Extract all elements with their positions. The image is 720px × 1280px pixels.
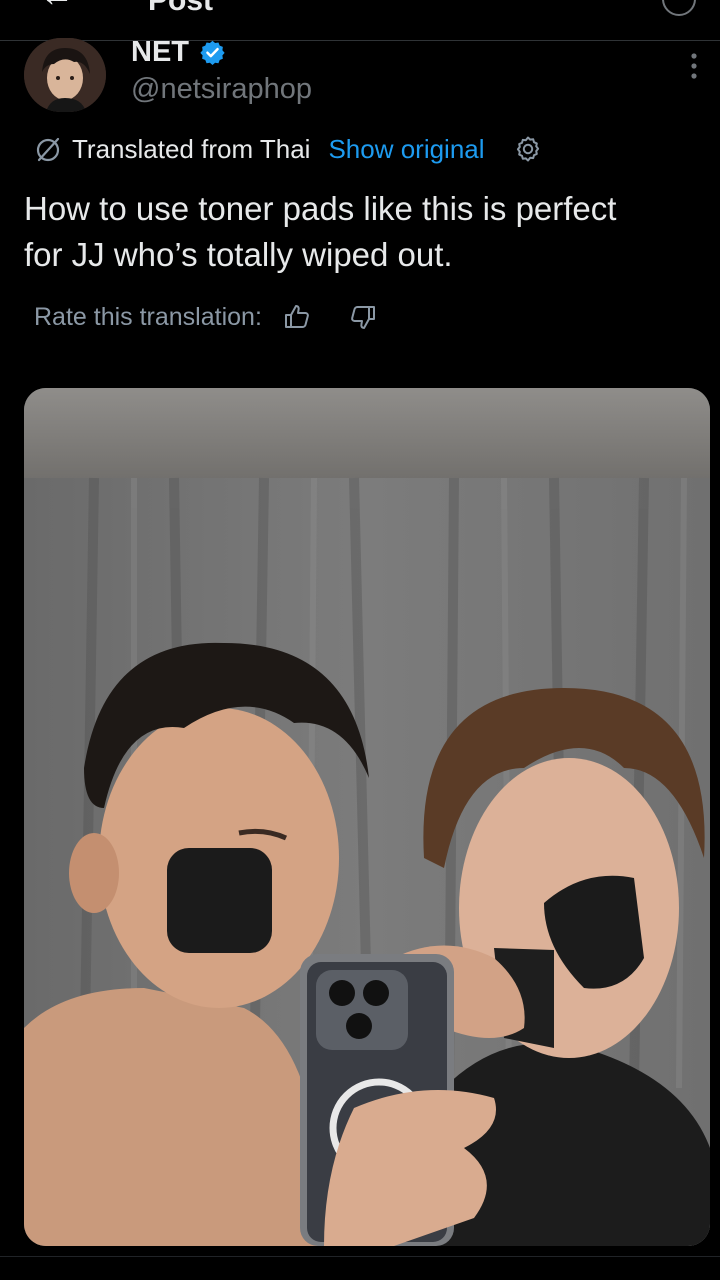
post-body: How to use toner pads like this is perfe… <box>24 186 720 278</box>
post-text-line-1: How to use toner pads like this is perfe… <box>24 190 617 227</box>
thumbs-up-icon[interactable] <box>282 302 312 332</box>
rate-translation-label: Rate this translation: <box>34 303 262 331</box>
gear-icon[interactable] <box>513 134 543 164</box>
verified-badge-icon <box>199 39 226 66</box>
author-display-name[interactable]: NET <box>131 36 189 68</box>
back-arrow-icon[interactable]: ← <box>40 0 74 12</box>
translation-row: Translated from Thai Show original <box>34 132 543 166</box>
author-handle[interactable]: @netsiraphop <box>131 72 312 106</box>
author-avatar[interactable] <box>24 38 106 112</box>
page-title: Post <box>148 0 214 17</box>
author-name-row[interactable]: NET <box>131 36 226 68</box>
post-text-line-2: for JJ who’s totally wiped out. <box>24 236 453 273</box>
show-original-link[interactable]: Show original <box>328 132 484 166</box>
globe-icon <box>34 135 62 163</box>
post-detail-screen: ← Post NET @netsiraphop <box>0 0 720 1280</box>
top-app-bar: ← Post <box>0 0 720 41</box>
more-vertical-icon[interactable] <box>684 52 704 82</box>
translated-from-label: Translated from Thai <box>72 134 311 164</box>
post-media-photo[interactable] <box>24 388 710 1246</box>
rate-translation-row: Rate this translation: <box>34 300 378 334</box>
top-right-action-icon[interactable] <box>662 0 696 16</box>
thumbs-down-icon[interactable] <box>348 302 378 332</box>
divider <box>0 1256 720 1257</box>
photo-illustration <box>24 388 710 1246</box>
